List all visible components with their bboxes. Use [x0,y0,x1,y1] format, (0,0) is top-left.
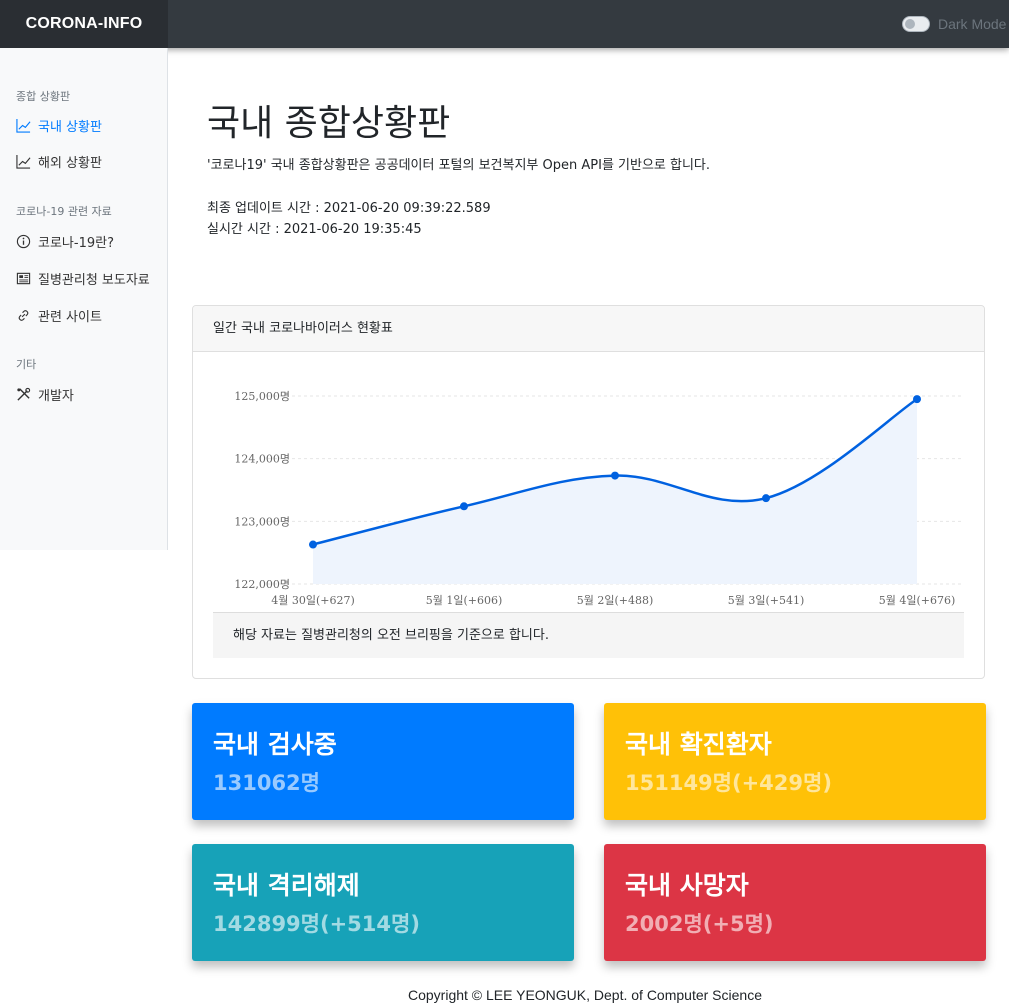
sidebar-item-label: 해외 상황판 [38,155,102,171]
link-icon [18,309,29,321]
toggle-knob [905,19,915,29]
sidebar-item-label: 개발자 [38,388,74,404]
y-tick-label: 122,000명 [234,578,290,591]
data-point [460,502,468,511]
stat-card-deaths: 국내 사망자 2002명(+5명) [604,844,986,961]
sidebar: 종합 상황판 국내 상황판 해외 상황판 코로나-19 관련 자료 코로나-19… [0,48,168,550]
x-tick-label: 5월 4일(+676) [879,593,956,607]
chart-card-note: 해당 자료는 질병관리청의 오전 브리핑을 기준으로 합니다. [213,612,964,658]
sidebar-item-press[interactable]: 질병관리청 보도자료 [16,268,150,288]
footer-copyright: Copyright © LEE YEONGUK, Dept. of Comput… [408,987,762,1003]
sidebar-heading-etc: 기타 [16,358,37,371]
series-area [313,399,917,584]
page-description: '코로나19' 국내 종합상황판은 공공데이터 포털의 보건복지부 Open A… [207,158,711,173]
dark-mode-switch[interactable]: Dark Mode [902,14,1006,34]
dark-mode-toggle[interactable] [902,16,930,32]
stat-value: 131062명 [213,771,320,795]
data-point [309,540,317,549]
data-point [611,471,619,480]
tools-icon [17,387,31,401]
stat-title: 국내 검사중 [213,730,337,759]
newspaper-icon [16,272,31,284]
sidebar-item-label: 국내 상황판 [38,119,102,135]
sidebar-item-developer[interactable]: 개발자 [16,384,74,404]
stat-value: 142899명(+514명) [213,912,420,936]
sidebar-item-label: 질병관리청 보도자료 [38,272,150,288]
chart-line-icon [16,154,31,169]
stat-title: 국내 사망자 [625,871,749,900]
stat-card-released: 국내 격리해제 142899명(+514명) [192,844,574,961]
daily-chart-card: 일간 국내 코로나바이러스 현황표 122,000명 123,000명 124,00… [192,305,985,679]
x-tick-label: 5월 2일(+488) [577,593,654,607]
sidebar-item-label: 관련 사이트 [38,309,102,325]
last-update-time: 최종 업데이트 시간 : 2021-06-20 09:39:22.589 [207,201,491,216]
sidebar-heading-dashboard: 종합 상황판 [16,90,71,103]
dark-mode-label: Dark Mode [938,16,1007,32]
sidebar-item-label: 코로나-19란? [38,235,114,251]
sidebar-item-domestic[interactable]: 국내 상황판 [16,115,102,135]
sidebar-heading-resources: 코로나-19 관련 자료 [16,205,112,218]
page-title: 국내 종합상황판 [207,103,451,144]
top-navbar: CORONA-INFO Dark Mode [0,0,1009,48]
stat-card-testing: 국내 검사중 131062명 [192,703,574,820]
stat-title: 국내 확진환자 [625,730,772,759]
realtime-clock: 실시간 시간 : 2021-06-20 19:35:45 [207,222,422,237]
sidebar-item-sites[interactable]: 관련 사이트 [16,305,102,325]
stat-title: 국내 격리해제 [213,871,360,900]
chart-line-icon [16,118,31,133]
stat-value: 151149명(+429명) [625,771,832,795]
y-tick-label: 124,000명 [234,453,290,466]
sidebar-item-about-covid[interactable]: 코로나-19란? [16,231,114,251]
y-tick-label: 125,000명 [234,390,290,403]
stat-value: 2002명(+5명) [625,912,774,936]
y-tick-label: 123,000명 [234,515,290,528]
info-circle-icon [16,234,31,248]
x-tick-label: 5월 1일(+606) [426,593,503,607]
x-tick-label: 4월 30일(+627) [271,593,355,607]
data-point [762,494,770,503]
x-tick-label: 5월 3일(+541) [728,593,805,607]
brand-logo[interactable]: CORONA-INFO [0,0,168,48]
stat-card-confirmed: 국내 확진환자 151149명(+429명) [604,703,986,820]
sidebar-item-global[interactable]: 해외 상황판 [16,151,102,171]
data-point [913,395,921,404]
